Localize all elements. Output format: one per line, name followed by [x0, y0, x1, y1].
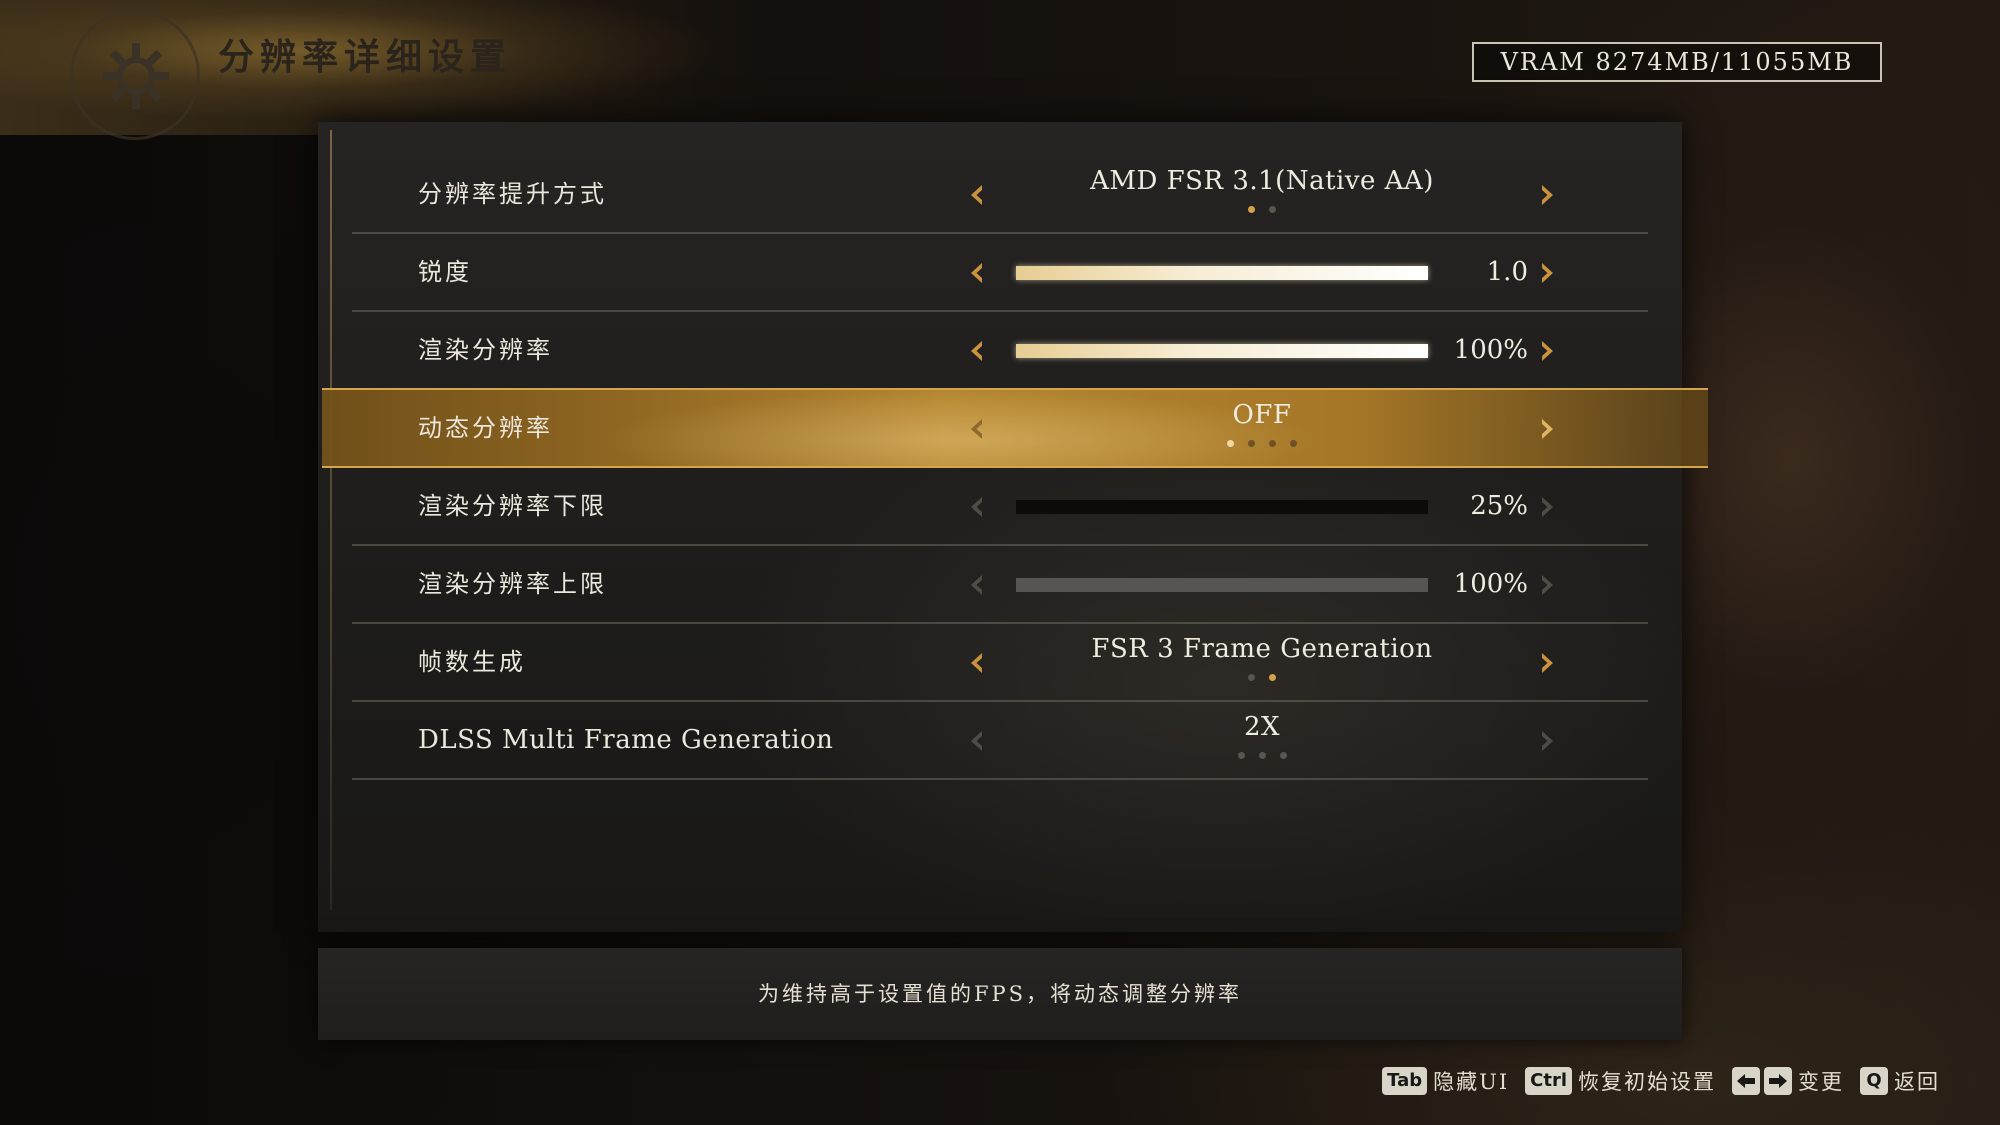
- change-label: 变更: [1798, 1070, 1844, 1094]
- option-dot: [1290, 440, 1297, 447]
- slider-value: 100%: [1453, 569, 1528, 599]
- chevron-right-icon[interactable]: [1534, 416, 1560, 442]
- setting-value: FSR 3 Frame Generation: [1091, 634, 1433, 664]
- setting-row[interactable]: 锐度 1.0: [352, 234, 1648, 312]
- setting-value: AMD FSR 3.1(Native AA): [1090, 166, 1434, 196]
- setting-row[interactable]: 帧数生成 FSR 3 Frame Generation: [352, 624, 1648, 702]
- setting-row[interactable]: 渲染分辨率 100%: [352, 312, 1648, 390]
- chevron-left-icon[interactable]: [964, 182, 990, 208]
- setting-row[interactable]: 分辨率提升方式 AMD FSR 3.1(Native AA): [352, 156, 1648, 234]
- q-key[interactable]: Q: [1860, 1067, 1888, 1095]
- setting-slider[interactable]: [1016, 578, 1428, 592]
- gear-icon: [70, 10, 200, 140]
- setting-label: 锐度: [418, 258, 472, 286]
- back-label: 返回: [1894, 1070, 1940, 1094]
- setting-slider[interactable]: [1016, 266, 1428, 280]
- panel-edge-decoration: [330, 130, 332, 910]
- setting-label: DLSS Multi Frame Generation: [418, 725, 834, 755]
- setting-slider[interactable]: [1016, 500, 1428, 514]
- option-indicator: [992, 440, 1532, 447]
- setting-row[interactable]: DLSS Multi Frame Generation 2X: [352, 702, 1648, 780]
- chevron-left-icon[interactable]: [964, 338, 990, 364]
- setting-row[interactable]: 渲染分辨率上限 100%: [352, 546, 1648, 624]
- reset-label: 恢复初始设置: [1578, 1070, 1716, 1094]
- chevron-right-icon[interactable]: [1534, 338, 1560, 364]
- option-dot: [1248, 206, 1255, 213]
- slider-value: 100%: [1453, 335, 1528, 365]
- setting-label: 渲染分辨率: [418, 336, 553, 364]
- chevron-left-icon[interactable]: [964, 416, 990, 442]
- option-dot: [1269, 440, 1276, 447]
- setting-label: 帧数生成: [418, 648, 526, 676]
- slider-value: 25%: [1470, 491, 1528, 521]
- option-dot: [1248, 674, 1255, 681]
- settings-list: 分辨率提升方式 AMD FSR 3.1(Native AA) 锐度 1.0 渲染分辨率 1…: [322, 156, 1708, 780]
- slider-fill: [1016, 344, 1428, 358]
- setting-value: OFF: [1232, 400, 1292, 430]
- setting-row[interactable]: 渲染分辨率下限 25%: [352, 468, 1648, 546]
- slider-value: 1.0: [1486, 257, 1528, 287]
- option-dot: [1258, 752, 1266, 759]
- setting-value: 2X: [1243, 712, 1281, 742]
- chevron-right-icon[interactable]: [1534, 260, 1560, 286]
- option-dot: [1269, 674, 1276, 681]
- option-dot: [1269, 206, 1276, 213]
- right-key-icon[interactable]: [1764, 1067, 1792, 1095]
- option-dot: [1279, 752, 1287, 759]
- slider-fill: [1016, 578, 1428, 592]
- option-indicator: [992, 752, 1532, 759]
- chevron-right-icon[interactable]: [1534, 728, 1560, 754]
- setting-slider[interactable]: [1016, 344, 1428, 358]
- chevron-left-icon[interactable]: [964, 650, 990, 676]
- option-dot: [1227, 440, 1234, 447]
- setting-label: 渲染分辨率下限: [418, 492, 607, 520]
- option-dot: [1237, 752, 1245, 759]
- option-dot: [1248, 440, 1255, 447]
- setting-label: 动态分辨率: [418, 414, 553, 442]
- page-title: 分辨率详细设置: [218, 36, 513, 78]
- slider-fill: [1016, 266, 1428, 280]
- description-box: 为维持高于设置值的FPS，将动态调整分辨率: [318, 948, 1682, 1040]
- vram-indicator: VRAM 8274MB/11055MB: [1472, 42, 1882, 82]
- chevron-left-icon[interactable]: [964, 572, 990, 598]
- left-key-icon[interactable]: [1732, 1067, 1760, 1095]
- chevron-left-icon[interactable]: [964, 494, 990, 520]
- chevron-left-icon[interactable]: [964, 260, 990, 286]
- option-indicator: [992, 674, 1532, 681]
- chevron-right-icon[interactable]: [1534, 650, 1560, 676]
- option-indicator: [992, 206, 1532, 213]
- hide-ui-label: 隐藏UI: [1433, 1070, 1510, 1094]
- chevron-right-icon[interactable]: [1534, 182, 1560, 208]
- setting-label: 分辨率提升方式: [418, 180, 607, 208]
- tab-key[interactable]: Tab: [1382, 1067, 1428, 1095]
- setting-label: 渲染分辨率上限: [418, 570, 607, 598]
- ctrl-key[interactable]: Ctrl: [1525, 1067, 1572, 1095]
- chevron-right-icon[interactable]: [1534, 494, 1560, 520]
- setting-row[interactable]: 动态分辨率 OFF: [322, 388, 1708, 468]
- footer-hints: Tab 隐藏UI Ctrl 恢复初始设置 变更 Q 返回: [1382, 1066, 1940, 1096]
- chevron-left-icon[interactable]: [964, 728, 990, 754]
- chevron-right-icon[interactable]: [1534, 572, 1560, 598]
- description-text: 为维持高于设置值的FPS，将动态调整分辨率: [757, 982, 1243, 1006]
